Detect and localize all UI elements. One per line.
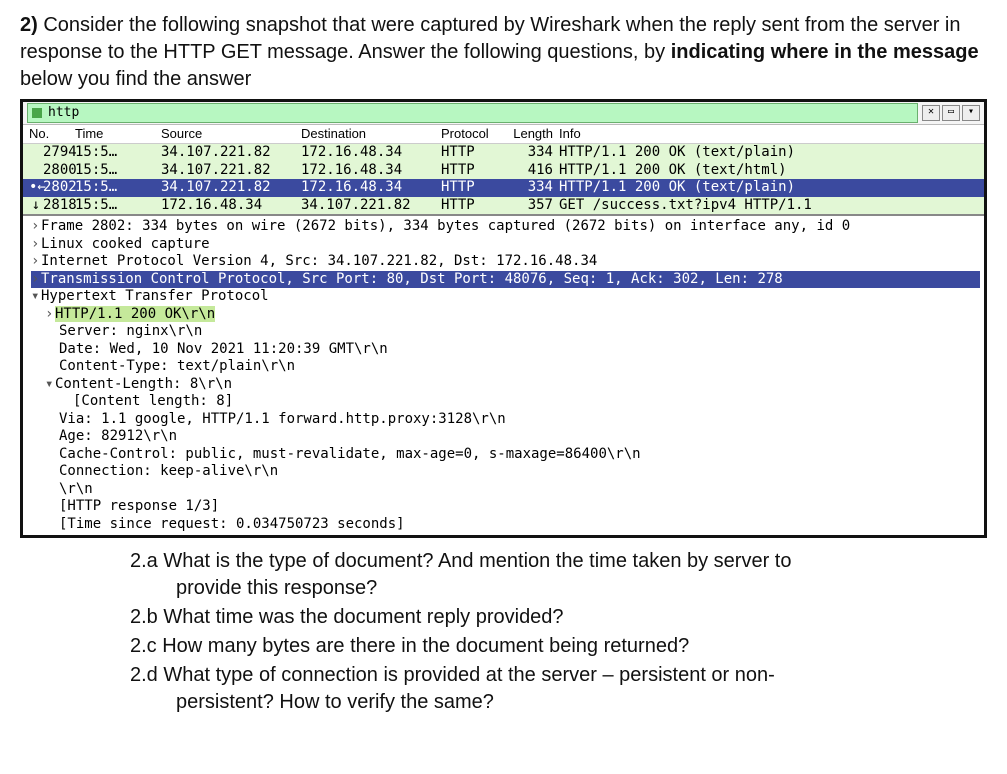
date-header: Date: Wed, 10 Nov 2021 11:20:39 GMT\r\n	[59, 341, 388, 357]
intro-t2: below you find the answer	[20, 68, 251, 90]
row-marker-icon: ↓	[29, 197, 43, 215]
age-header: Age: 82912\r\n	[59, 428, 177, 444]
chevron-down-icon: ▾	[31, 288, 41, 306]
q2a-line2: provide this response?	[176, 575, 987, 602]
cache-control-header: Cache-Control: public, must-revalidate, …	[59, 446, 641, 462]
tree-row[interactable]: ›Linux cooked capture	[31, 236, 980, 254]
tree-row[interactable]: ▾Hypertext Transfer Protocol	[31, 288, 980, 306]
hdr-len[interactable]: Length	[511, 126, 557, 142]
ip-line: Internet Protocol Version 4, Src: 34.107…	[41, 253, 597, 269]
tree-row[interactable]: Age: 82912\r\n	[31, 428, 980, 446]
packet-list: No. Time Source Destination Protocol Len…	[23, 125, 984, 216]
packet-details: ›Frame 2802: 334 bytes on wire (2672 bit…	[23, 216, 984, 535]
question-2d: 2.d What type of connection is provided …	[130, 662, 987, 716]
tcp-line: Transmission Control Protocol, Src Port:…	[41, 271, 783, 287]
dropdown-icon[interactable]: ▾	[962, 105, 980, 121]
chevron-right-icon: ›	[45, 306, 55, 324]
q2d-line1: 2.d What type of connection is provided …	[130, 664, 775, 686]
hdr-dst[interactable]: Destination	[301, 126, 441, 142]
bookmark-icon	[32, 108, 42, 118]
packet-row[interactable]: •←280215:5…34.107.221.82172.16.48.34HTTP…	[23, 179, 984, 197]
crlf-line: \r\n	[59, 481, 93, 497]
tree-row[interactable]: ▾Content-Length: 8\r\n	[31, 376, 980, 394]
filter-input[interactable]: http	[27, 103, 918, 123]
chevron-down-icon: ▾	[45, 376, 55, 394]
tree-row[interactable]: Cache-Control: public, must-revalidate, …	[31, 446, 980, 464]
tree-row[interactable]: Server: nginx\r\n	[31, 323, 980, 341]
http-status-line: HTTP/1.1 200 OK\r\n	[55, 306, 215, 322]
tree-row[interactable]: \r\n	[31, 481, 980, 499]
content-length-value: [Content length: 8]	[73, 393, 233, 409]
tree-row[interactable]: ›Internet Protocol Version 4, Src: 34.10…	[31, 253, 980, 271]
http-response-count: [HTTP response 1/3]	[59, 498, 219, 514]
packet-header: No. Time Source Destination Protocol Len…	[23, 125, 984, 144]
chevron-right-icon: ›	[31, 253, 41, 271]
hdr-prot[interactable]: Protocol	[441, 126, 511, 142]
chevron-right-icon: ›	[31, 271, 41, 289]
intro-bold: indicating where in the message	[671, 41, 979, 63]
filter-text: http	[48, 105, 79, 121]
filter-bar: http ✕ ▭ ▾	[23, 102, 984, 125]
expand-icon[interactable]: ▭	[942, 105, 960, 121]
linux-cooked-line: Linux cooked capture	[41, 236, 210, 252]
tree-row[interactable]: Date: Wed, 10 Nov 2021 11:20:39 GMT\r\n	[31, 341, 980, 359]
http-protocol-line: Hypertext Transfer Protocol	[41, 288, 269, 304]
tree-row-selected[interactable]: ›Transmission Control Protocol, Src Port…	[31, 271, 980, 289]
time-since-request: [Time since request: 0.034750723 seconds…	[59, 516, 405, 532]
tree-row[interactable]: [Content length: 8]	[31, 393, 980, 411]
question-2c: 2.c How many bytes are there in the docu…	[130, 633, 987, 660]
tree-row[interactable]: Via: 1.1 google, HTTP/1.1 forward.http.p…	[31, 411, 980, 429]
q-number: 2)	[20, 14, 38, 36]
hdr-no[interactable]: No.	[23, 126, 75, 142]
tree-row[interactable]: Content-Type: text/plain\r\n	[31, 358, 980, 376]
frame-line: Frame 2802: 334 bytes on wire (2672 bits…	[41, 218, 850, 234]
content-length-header: Content-Length: 8\r\n	[55, 376, 232, 392]
tree-row[interactable]: [HTTP response 1/3]	[31, 498, 980, 516]
server-header: Server: nginx\r\n	[59, 323, 202, 339]
hdr-time[interactable]: Time	[75, 126, 161, 142]
question-2a: 2.a What is the type of document? And me…	[130, 548, 987, 602]
content-type-header: Content-Type: text/plain\r\n	[59, 358, 295, 374]
q2d-line2: persistent? How to verify the same?	[176, 689, 987, 716]
tree-row[interactable]: ›HTTP/1.1 200 OK\r\n	[31, 306, 980, 324]
via-header: Via: 1.1 google, HTTP/1.1 forward.http.p…	[59, 411, 506, 427]
question-intro: 2) Consider the following snapshot that …	[20, 12, 987, 93]
packet-row[interactable]: 279415:5…34.107.221.82172.16.48.34HTTP33…	[23, 144, 984, 162]
tree-row[interactable]: Connection: keep-alive\r\n	[31, 463, 980, 481]
tree-row[interactable]: ›Frame 2802: 334 bytes on wire (2672 bit…	[31, 218, 980, 236]
chevron-right-icon: ›	[31, 218, 41, 236]
clear-icon[interactable]: ✕	[922, 105, 940, 121]
hdr-src[interactable]: Source	[161, 126, 301, 142]
chevron-right-icon: ›	[31, 236, 41, 254]
wireshark-window: http ✕ ▭ ▾ No. Time Source Destination P…	[20, 99, 987, 538]
packet-row[interactable]: 280015:5…34.107.221.82172.16.48.34HTTP41…	[23, 162, 984, 180]
question-2b: 2.b What time was the document reply pro…	[130, 604, 987, 631]
filter-buttons: ✕ ▭ ▾	[922, 105, 984, 121]
hdr-info[interactable]: Info	[557, 126, 984, 142]
connection-header: Connection: keep-alive\r\n	[59, 463, 278, 479]
tree-row[interactable]: [Time since request: 0.034750723 seconds…	[31, 516, 980, 534]
q2a-line1: 2.a What is the type of document? And me…	[130, 550, 791, 572]
row-marker-icon: •←	[29, 179, 43, 197]
packet-row[interactable]: ↓281815:5…172.16.48.3434.107.221.82HTTP3…	[23, 197, 984, 215]
sub-questions: 2.a What is the type of document? And me…	[130, 548, 987, 716]
